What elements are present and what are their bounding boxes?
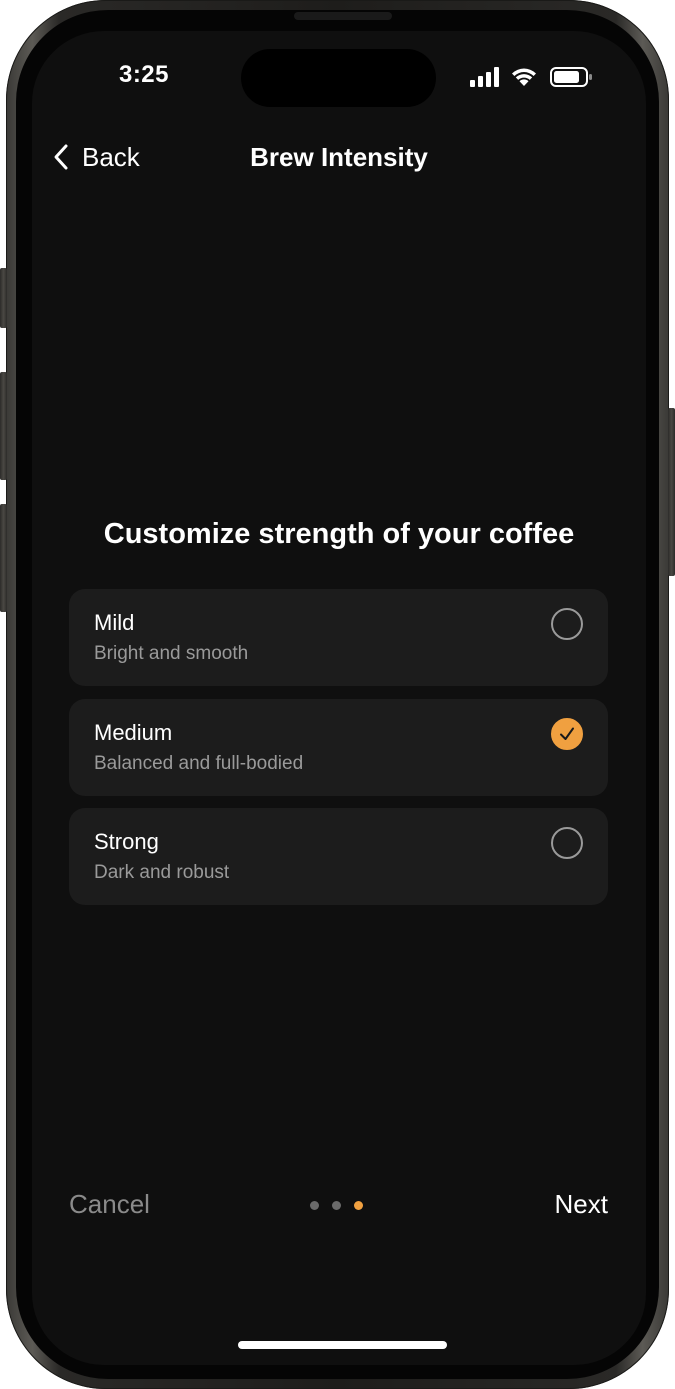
home-indicator[interactable] [238,1341,447,1349]
cancel-button[interactable]: Cancel [69,1189,150,1220]
option-subtitle: Balanced and full-bodied [94,753,304,774]
option-subtitle: Bright and smooth [94,643,249,664]
power-button [668,408,675,576]
status-icons [470,65,600,89]
option-subtitle: Dark and robust [94,862,230,883]
option-medium[interactable]: Medium Balanced and full-bodied [69,699,608,796]
option-title: Mild [94,610,135,635]
page-dot-2 [332,1201,341,1210]
page-title: Brew Intensity [250,142,428,172]
checkmark-icon [560,727,574,740]
radio-unchecked-icon[interactable] [551,608,583,640]
radio-checked-icon[interactable] [551,718,583,750]
page-indicator [310,1201,370,1211]
page-dot-3-active [354,1201,363,1210]
option-title: Strong [94,829,159,854]
option-strong[interactable]: Strong Dark and robust [69,808,608,905]
volume-up-button [0,372,7,480]
battery-icon [550,67,592,87]
action-button [0,268,7,328]
app-screen: 3:25 Back Brew Intensity Customize stren [32,31,646,1365]
chevron-left-icon [54,144,68,170]
radio-unchecked-icon[interactable] [551,827,583,859]
next-button[interactable]: Next [555,1189,608,1220]
option-mild[interactable]: Mild Bright and smooth [69,589,608,686]
navigation-bar: Back Brew Intensity [32,131,646,183]
back-button[interactable]: Back [52,139,140,175]
dynamic-island [241,49,436,107]
page-dot-1 [310,1201,319,1210]
volume-down-button [0,504,7,612]
wifi-icon [512,68,536,86]
cellular-signal-icon [470,67,499,87]
back-label: Back [82,141,140,172]
section-heading: Customize strength of your coffee [103,518,575,550]
option-title: Medium [94,720,173,745]
status-time: 3:25 [118,61,170,88]
speaker-slit [294,12,392,20]
